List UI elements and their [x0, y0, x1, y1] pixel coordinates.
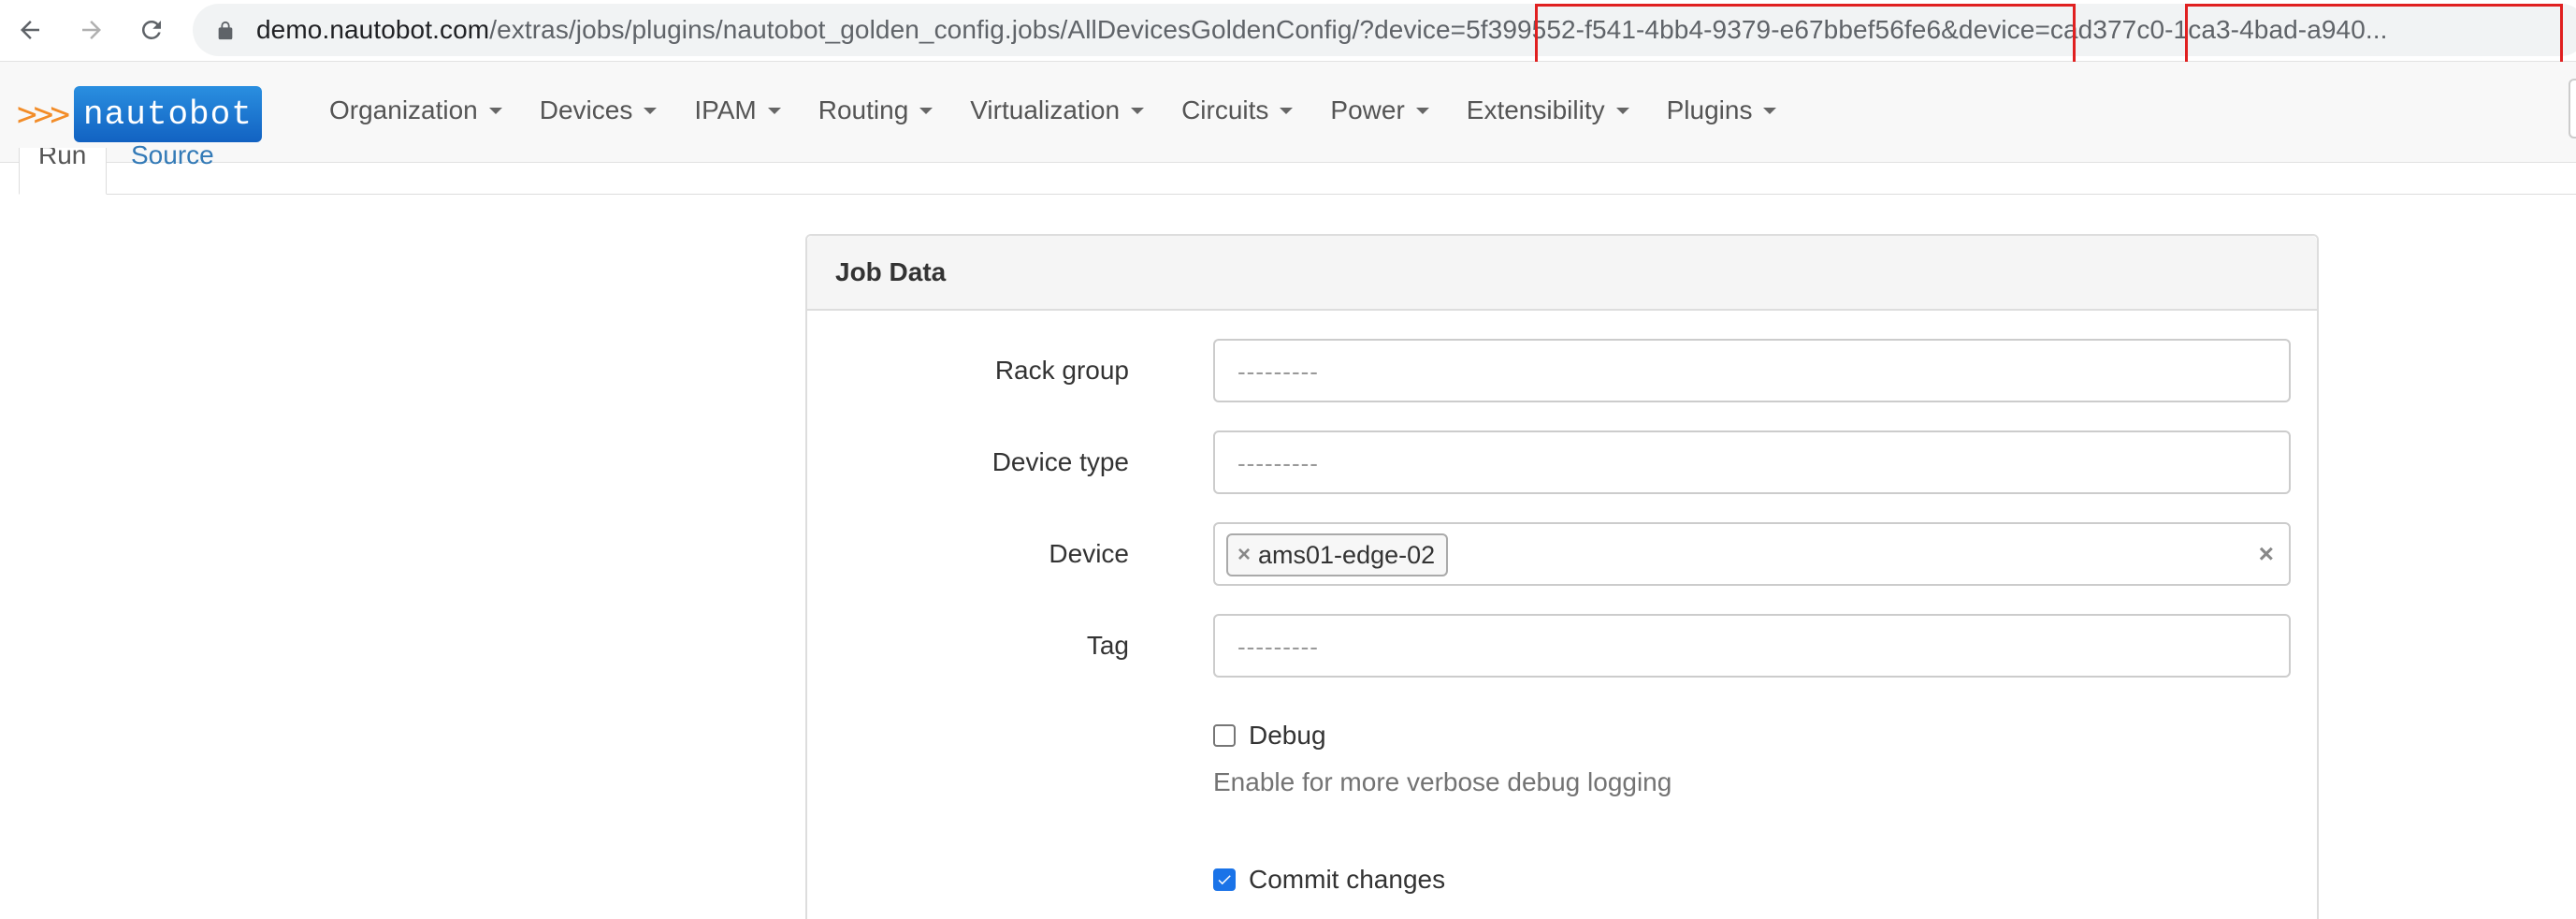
debug-label: Debug: [1249, 721, 1326, 750]
job-tabs: Run Source: [19, 140, 2576, 195]
device-type-label: Device type: [991, 447, 1129, 476]
tab-run[interactable]: Run: [19, 148, 107, 195]
url-path: /extras/jobs/plugins/nautobot_golden_con…: [489, 15, 2388, 44]
highlight-box-device-2: [2185, 4, 2563, 66]
nav-item-devices[interactable]: Devices: [540, 95, 658, 125]
checkmark-icon: [1218, 875, 1231, 885]
commit-checkbox-row[interactable]: Commit changes: [1213, 865, 1445, 895]
commit-label: Commit changes: [1249, 865, 1446, 894]
brand-name: nautobot: [83, 95, 253, 134]
rack-group-label: Rack group: [994, 356, 1129, 385]
nav-label: Extensibility: [1466, 95, 1605, 124]
forward-arrow-icon: [82, 21, 101, 39]
caret-down-icon: [1763, 107, 1777, 114]
tag-label: Tag: [1086, 631, 1129, 660]
nav-item-virtualization[interactable]: Virtualization: [970, 95, 1145, 125]
caret-down-icon: [1415, 107, 1429, 114]
reload-button[interactable]: [131, 9, 172, 51]
form-row-rack-group: Rack group ---------: [807, 339, 2317, 402]
tab-source[interactable]: Source: [131, 140, 214, 178]
selected-device-label: ams01-edge-02: [1258, 540, 1436, 569]
caret-down-icon: [919, 107, 933, 114]
nav-right-control[interactable]: [2569, 79, 2576, 139]
reload-icon: [141, 20, 161, 39]
nav-label: Routing: [818, 95, 909, 124]
forward-button[interactable]: [71, 9, 112, 51]
device-multiselect[interactable]: × ams01-edge-02 ×: [1213, 522, 2291, 586]
commit-checkbox[interactable]: [1213, 868, 1236, 891]
nav-label: Organization: [329, 95, 478, 124]
nav-item-routing[interactable]: Routing: [818, 95, 933, 125]
nav-item-organization[interactable]: Organization: [329, 95, 502, 125]
caret-down-icon: [644, 107, 658, 114]
lock-icon: [218, 21, 233, 40]
nav-menu: Organization Devices IPAM Routing Virtua…: [329, 95, 1814, 125]
clear-selection-icon[interactable]: ×: [2259, 539, 2274, 569]
browser-toolbar: demo.nautobot.com/extras/jobs/plugins/na…: [0, 0, 2576, 66]
nav-item-power[interactable]: Power: [1330, 95, 1429, 125]
device-type-placeholder: ---------: [1237, 449, 1319, 477]
tag-select[interactable]: ---------: [1213, 614, 2291, 678]
back-button[interactable]: [9, 9, 51, 51]
main-navbar: >>> nautobot Organization Devices IPAM R…: [0, 62, 2576, 163]
highlight-box-device-1: [1535, 4, 2076, 66]
panel-title: Job Data: [807, 236, 2317, 311]
tab-run-label: Run: [38, 148, 87, 169]
debug-help-text: Enable for more verbose debug logging: [1213, 767, 1672, 796]
nav-label: Devices: [539, 95, 633, 124]
nav-item-circuits[interactable]: Circuits: [1181, 95, 1294, 125]
form-row-device-type: Device type ---------: [807, 430, 2317, 494]
url-host: demo.nautobot.com: [256, 15, 490, 44]
selected-device-chip: × ams01-edge-02: [1226, 533, 1449, 576]
device-type-select[interactable]: ---------: [1213, 430, 2291, 494]
form-row-tag: Tag ---------: [807, 614, 2317, 678]
job-data-panel: Job Data Rack group --------- Device typ…: [805, 234, 2319, 919]
caret-down-icon: [767, 107, 781, 114]
caret-down-icon: [1131, 107, 1145, 114]
nav-item-plugins[interactable]: Plugins: [1667, 95, 1777, 125]
back-arrow-icon: [21, 21, 39, 39]
brand-logo[interactable]: >>> nautobot: [17, 86, 262, 142]
nav-item-extensibility[interactable]: Extensibility: [1467, 95, 1629, 125]
nav-label: Power: [1330, 95, 1405, 124]
caret-down-icon: [1280, 107, 1294, 114]
nav-label: Virtualization: [970, 95, 1121, 124]
form-row-device: Device × ams01-edge-02 ×: [807, 522, 2317, 586]
nav-item-ipam[interactable]: IPAM: [694, 95, 781, 125]
tag-placeholder: ---------: [1237, 633, 1319, 661]
brand-chevrons: >>>: [17, 95, 70, 134]
debug-checkbox[interactable]: [1213, 724, 1236, 747]
chip-remove-icon[interactable]: ×: [1237, 542, 1251, 568]
caret-down-icon: [488, 107, 502, 114]
nav-label: Circuits: [1181, 95, 1269, 124]
nav-label: Plugins: [1666, 95, 1753, 124]
brand-badge: nautobot: [74, 86, 262, 142]
rack-group-select[interactable]: ---------: [1213, 339, 2291, 402]
caret-down-icon: [1615, 107, 1629, 114]
nav-label: IPAM: [694, 95, 757, 124]
tab-source-label: Source: [131, 140, 214, 169]
device-label: Device: [1049, 539, 1129, 568]
debug-checkbox-row[interactable]: Debug: [1213, 721, 1326, 751]
rack-group-placeholder: ---------: [1237, 357, 1319, 386]
